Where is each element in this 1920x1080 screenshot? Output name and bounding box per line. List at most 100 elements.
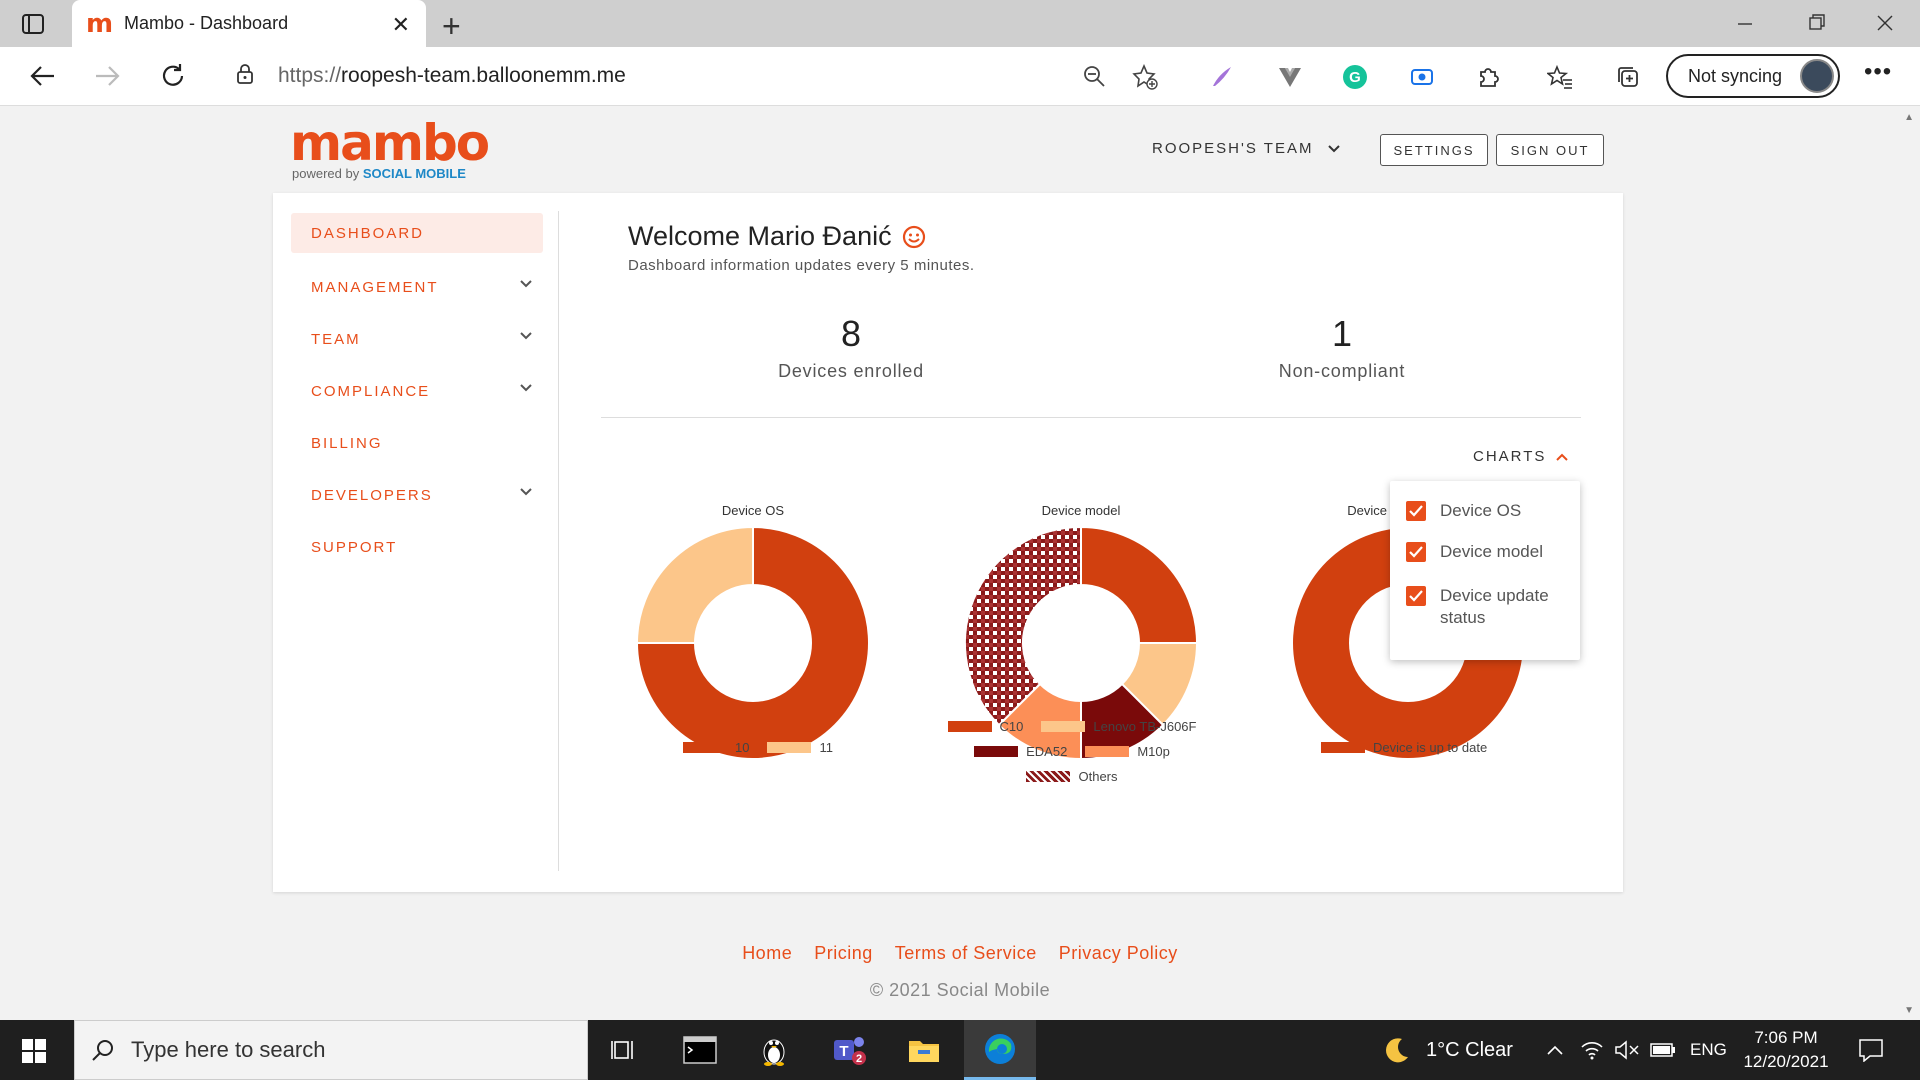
screen-capture-icon[interactable] [1408, 63, 1436, 91]
legend-label: Device is up to date [1373, 740, 1488, 755]
volume-muted-icon[interactable] [1614, 1020, 1640, 1080]
legend-swatch [974, 746, 1019, 757]
footer-link-home[interactable]: Home [742, 943, 792, 964]
task-view-icon[interactable] [588, 1020, 660, 1080]
chart-title: Device OS [721, 503, 785, 518]
pen-extension-icon[interactable] [1208, 63, 1236, 91]
legend-item[interactable]: 11 [767, 740, 833, 755]
chevron-up-icon [1556, 453, 1569, 461]
sidebar-item-developers[interactable]: DEVELOPERS [291, 469, 543, 521]
legend-item[interactable]: 10 [683, 740, 749, 755]
close-tab-icon[interactable]: ✕ [392, 12, 410, 38]
chevron-down-icon [520, 488, 532, 496]
more-options-icon[interactable]: ••• [1864, 58, 1892, 86]
profile-sync-button[interactable]: Not syncing [1666, 54, 1840, 98]
search-icon [92, 1040, 113, 1061]
taskbar-search[interactable]: Type here to search [74, 1020, 588, 1080]
scroll-up-icon[interactable]: ▲ [1904, 112, 1914, 123]
browser-toolbar: https://roopesh-team.balloonemm.me G Not… [0, 47, 1920, 106]
pie-slice-c10[interactable] [1080, 525, 1199, 644]
team-selector[interactable]: ROOPESH'S TEAM [1152, 140, 1341, 157]
terminal-icon[interactable] [664, 1020, 736, 1080]
charts-dropdown: Device OS Device model Device update statu… [1390, 481, 1580, 660]
sign-out-button[interactable]: SIGN OUT [1496, 134, 1604, 166]
smiley-icon [902, 225, 925, 248]
back-icon[interactable] [26, 59, 60, 93]
chevron-down-icon [1328, 144, 1341, 152]
svg-text:2: 2 [856, 1053, 862, 1065]
footer-link-privacy-policy[interactable]: Privacy Policy [1059, 943, 1178, 964]
legend-device-os: 10 11 [683, 740, 851, 755]
sidebar-item-management[interactable]: MANAGEMENT [291, 261, 543, 313]
tab-actions-icon[interactable] [20, 12, 46, 36]
chart-device-model: Device model C10 Lenovo TB-J606F EDA52 M10p… [947, 503, 1201, 784]
profile-avatar [1800, 59, 1834, 93]
taskbar-clock[interactable]: 7:06 PM 12/20/2021 [1740, 1026, 1832, 1074]
legend-item[interactable]: Device is up to date [1321, 740, 1487, 755]
legend-device-model: C10 Lenovo TB-J606F EDA52 M10p Others [923, 719, 1239, 784]
favorites-icon[interactable] [1546, 63, 1574, 91]
legend-swatch [767, 742, 812, 753]
mambo-logo[interactable]: mambo powered by SOCIAL MOBILE [290, 118, 490, 181]
legend-item[interactable]: EDA52 [974, 744, 1067, 759]
minimize-icon[interactable] [1736, 8, 1754, 44]
wifi-icon[interactable] [1580, 1020, 1604, 1080]
windows-start-icon[interactable] [22, 1039, 46, 1068]
legend-swatch [947, 721, 992, 732]
edge-browser-icon[interactable] [964, 1020, 1036, 1080]
sidebar-item-billing[interactable]: BILLING [291, 417, 543, 469]
legend-item[interactable]: Others [1026, 769, 1118, 784]
chart-option-device-model[interactable]: Device model [1406, 541, 1543, 563]
notification-icon[interactable] [1858, 1020, 1884, 1080]
battery-icon[interactable] [1650, 1020, 1676, 1080]
teams-icon[interactable]: T2 [814, 1020, 886, 1080]
linux-penguin-icon[interactable] [738, 1020, 810, 1080]
address-bar[interactable]: https://roopesh-team.balloonemm.me [216, 54, 1182, 98]
legend-device-update: Device is up to date [1321, 740, 1505, 755]
lock-icon[interactable] [236, 63, 256, 90]
legend-label: M10p [1137, 744, 1170, 759]
close-window-icon[interactable] [1876, 8, 1894, 44]
refresh-icon[interactable] [156, 59, 190, 93]
sidebar-item-team[interactable]: TEAM [291, 313, 543, 365]
team-name: ROOPESH'S TEAM [1152, 140, 1314, 157]
chart-option-device-os[interactable]: Device OS [1406, 500, 1521, 522]
show-hidden-icons[interactable] [1546, 1020, 1564, 1080]
legend-item[interactable]: Lenovo TB-J606F [1041, 719, 1196, 734]
welcome-heading: Welcome Mario Đanić [628, 221, 926, 252]
legend-label: EDA52 [1026, 744, 1068, 759]
pie-slice-others[interactable] [964, 525, 1082, 727]
charts-toggle[interactable]: CHARTS [1473, 448, 1569, 465]
add-favorite-icon[interactable] [1132, 63, 1158, 95]
sidebar-item-compliance[interactable]: COMPLIANCE [291, 365, 543, 417]
footer-link-terms-of-service[interactable]: Terms of Service [895, 943, 1037, 964]
grammarly-icon[interactable]: G [1341, 63, 1369, 91]
browser-tab[interactable]: m Mambo - Dashboard ✕ [72, 0, 426, 47]
settings-button[interactable]: SETTINGS [1380, 134, 1488, 166]
footer-link-pricing[interactable]: Pricing [814, 943, 873, 964]
pie-slice-11[interactable] [635, 525, 754, 644]
forward-icon[interactable] [90, 59, 124, 93]
sidebar-item-dashboard[interactable]: DASHBOARD [291, 213, 543, 253]
extensions-icon[interactable] [1474, 63, 1502, 91]
collections-icon[interactable] [1614, 63, 1642, 91]
windows-taskbar: Type here to search T2 1°C Clear ENG 7:0… [0, 1020, 1920, 1080]
legend-label: Lenovo TB-J606F [1093, 719, 1197, 734]
language-indicator[interactable]: ENG [1690, 1020, 1727, 1080]
chart-option-device-update-status[interactable]: Device update status [1406, 585, 1570, 629]
checkbox-checked-icon[interactable] [1406, 542, 1426, 562]
new-tab-icon[interactable]: + [442, 8, 461, 45]
legend-item[interactable]: C10 [947, 719, 1023, 734]
checkbox-checked-icon[interactable] [1406, 501, 1426, 521]
zoom-out-icon[interactable] [1082, 64, 1106, 93]
restore-icon[interactable] [1808, 8, 1826, 44]
sidebar-item-support[interactable]: SUPPORT [291, 521, 543, 573]
legend-item[interactable]: M10p [1085, 744, 1170, 759]
chart-device-os: Device OS 10 11 [633, 503, 873, 773]
file-explorer-icon[interactable] [888, 1020, 960, 1080]
scroll-down-icon[interactable]: ▼ [1904, 1005, 1914, 1016]
weather-widget[interactable]: 1°C Clear [1382, 1020, 1513, 1080]
checkbox-checked-icon[interactable] [1406, 586, 1426, 606]
sidebar-divider [558, 211, 559, 871]
vue-extension-icon[interactable] [1276, 63, 1304, 91]
